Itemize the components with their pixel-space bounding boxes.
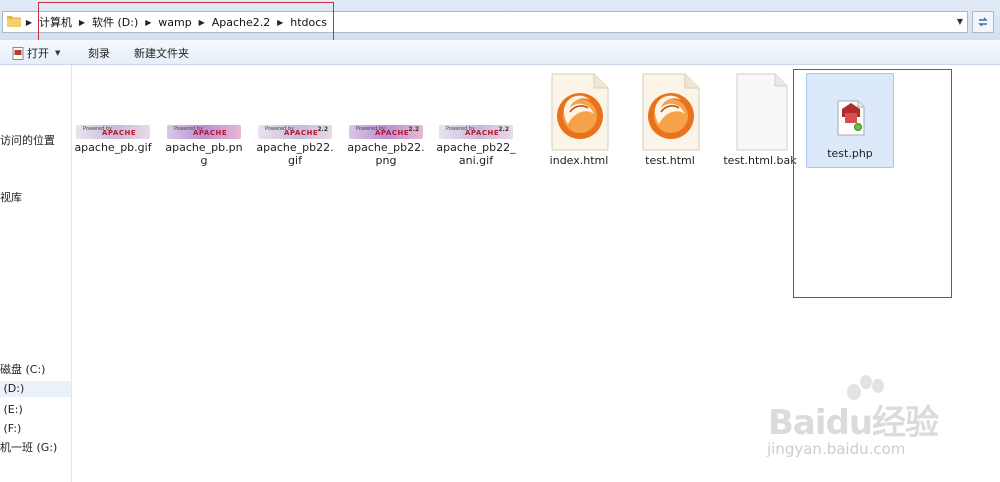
firefox-document-icon <box>548 72 610 152</box>
file-name: apache_pb22.gif <box>256 141 334 167</box>
open-button-label: 打开 <box>27 47 49 60</box>
breadcrumb-separator-icon[interactable]: ▶ <box>23 18 35 27</box>
address-dropdown-icon[interactable]: ▼ <box>955 17 965 27</box>
burn-button-label: 刻录 <box>88 47 110 60</box>
file-item-apache-pb-png[interactable]: Powered by APACHE apache_pb.png <box>162 65 246 167</box>
image-thumbnail: Powered by APACHE <box>76 125 150 139</box>
file-item-apache-pb22-gif[interactable]: Powered by APACHE 2.2 apache_pb22.gif <box>253 65 337 167</box>
breadcrumb-separator-icon[interactable]: ▶ <box>76 18 88 27</box>
firefox-document-icon <box>639 72 701 152</box>
image-thumbnail: Powered by APACHE 2.2 <box>258 125 332 139</box>
file-item-apache-pb22-png[interactable]: Powered by APACHE 2.2 apache_pb22.png <box>344 65 428 167</box>
file-item-index-html[interactable]: index.html <box>537 65 621 167</box>
file-name: test.html <box>645 154 695 167</box>
open-file-icon <box>12 46 24 60</box>
file-item-test-php[interactable]: test.php <box>808 65 892 160</box>
php-file-icon <box>819 87 881 145</box>
file-item-test-html[interactable]: test.html <box>628 65 712 167</box>
breadcrumb-separator-icon[interactable]: ▶ <box>274 18 286 27</box>
file-list: Powered by APACHE apache_pb.gif Powered … <box>73 65 1000 482</box>
file-name: test.html.bak <box>723 154 797 167</box>
breadcrumb: ▶ 计算机 ▶ 软件 (D:) ▶ wamp ▶ Apache2.2 ▶ htd… <box>21 12 329 32</box>
breadcrumb-item-drive-d[interactable]: 软件 (D:) <box>90 14 140 30</box>
file-name: apache_pb.gif <box>74 141 152 154</box>
breadcrumb-item-computer[interactable]: 计算机 <box>37 14 74 30</box>
image-thumbnail: Powered by APACHE <box>167 125 241 139</box>
blank-document-icon <box>729 72 791 152</box>
file-name: apache_pb.png <box>165 141 243 167</box>
breadcrumb-item-wamp[interactable]: wamp <box>156 16 193 29</box>
file-name: apache_pb22_ani.gif <box>436 141 516 167</box>
file-name: apache_pb22.png <box>347 141 425 167</box>
address-field[interactable]: ▶ 计算机 ▶ 软件 (D:) ▶ wamp ▶ Apache2.2 ▶ htd… <box>2 11 968 33</box>
file-item-test-html-bak[interactable]: test.html.bak <box>718 65 802 167</box>
file-item-apache-pb-gif[interactable]: Powered by APACHE apache_pb.gif <box>71 65 155 154</box>
burn-button[interactable]: 刻录 <box>88 45 110 61</box>
nav-item-drive-d[interactable]: 件 (D:) <box>0 381 71 397</box>
breadcrumb-item-htdocs[interactable]: htdocs <box>288 16 329 29</box>
chevron-down-icon[interactable]: ▼ <box>55 49 60 57</box>
new-folder-button-label: 新建文件夹 <box>134 47 189 60</box>
image-thumbnail: Powered by APACHE 2.2 <box>439 125 513 139</box>
refresh-button[interactable] <box>972 11 994 33</box>
breadcrumb-item-apache[interactable]: Apache2.2 <box>210 16 273 29</box>
refresh-icon <box>978 17 988 27</box>
file-item-apache-pb22-ani-gif[interactable]: Powered by APACHE 2.2 apache_pb22_ani.gi… <box>434 65 518 167</box>
navigation-pane: 夹 面 载 近访问的位置 影视库 频 片 档 乐 组 机 地磁盘 (C:) 件 … <box>0 65 72 482</box>
file-name: test.php <box>827 147 873 160</box>
breadcrumb-separator-icon[interactable]: ▶ <box>142 18 154 27</box>
folder-icon <box>7 16 21 27</box>
command-toolbar: 打开 ▼ 刻录 新建文件夹 <box>0 40 1000 65</box>
address-bar: ▶ 计算机 ▶ 软件 (D:) ▶ wamp ▶ Apache2.2 ▶ htd… <box>0 0 1000 53</box>
image-thumbnail: Powered by APACHE 2.2 <box>349 125 423 139</box>
breadcrumb-separator-icon[interactable]: ▶ <box>196 18 208 27</box>
open-button[interactable]: 打开 ▼ <box>12 45 60 61</box>
new-folder-button[interactable]: 新建文件夹 <box>134 45 189 61</box>
file-name: index.html <box>549 154 609 167</box>
